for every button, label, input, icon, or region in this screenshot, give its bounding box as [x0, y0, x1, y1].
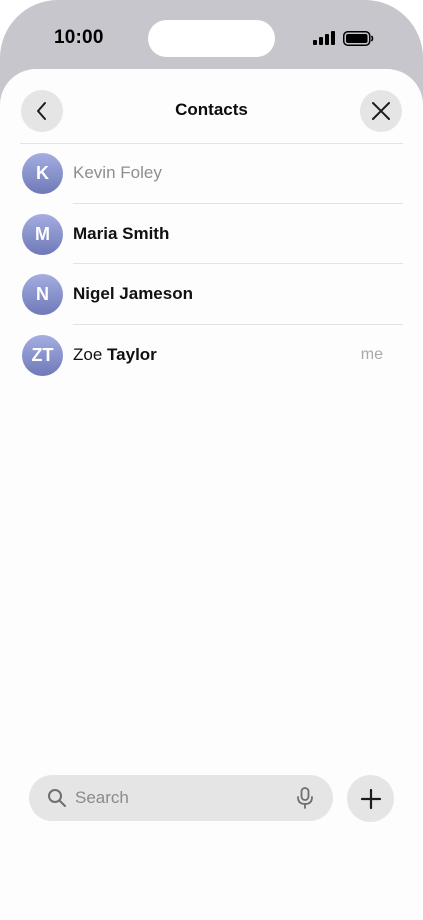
me-badge: me [360, 345, 383, 363]
avatar: ZT [22, 334, 63, 376]
contact-last-name: Taylor [107, 344, 157, 364]
avatar: N [22, 274, 63, 315]
contact-name: Zoe Taylor [73, 345, 157, 365]
search-icon [47, 788, 67, 808]
add-contact-button[interactable] [347, 775, 394, 822]
avatar: K [22, 153, 63, 194]
close-icon [372, 102, 390, 120]
contact-name: Kevin Foley [73, 163, 162, 183]
phone-screen: 10:00 Contacts K Kevin Foley M Maria Smi… [0, 0, 423, 920]
contact-row[interactable]: ZT Zoe Taylor me [0, 325, 423, 386]
dynamic-island [148, 20, 275, 57]
avatar: M [22, 213, 63, 255]
contact-first-name: Kevin Foley [73, 163, 162, 182]
close-button[interactable] [360, 90, 402, 132]
contact-row[interactable]: N Nigel Jameson [0, 264, 423, 325]
microphone-icon[interactable] [295, 787, 315, 809]
signal-bars-icon [313, 31, 335, 45]
search-input[interactable] [75, 775, 285, 821]
contact-last-name: Nigel Jameson [73, 284, 193, 303]
contact-last-name: Maria Smith [73, 223, 170, 243]
plus-icon [360, 788, 381, 809]
battery-icon [343, 30, 374, 46]
status-time: 10:00 [54, 27, 104, 48]
contact-name: Maria Smith [73, 224, 169, 244]
contact-name: Nigel Jameson [73, 284, 193, 304]
status-indicators [313, 30, 374, 46]
contact-row[interactable]: K Kevin Foley [0, 143, 423, 204]
contact-row[interactable]: M Maria Smith [0, 204, 423, 264]
contact-list: K Kevin Foley M Maria Smith N Nigel Jame… [0, 143, 423, 385]
contact-first-name: Zoe [73, 344, 108, 364]
search-bar[interactable] [29, 775, 333, 821]
